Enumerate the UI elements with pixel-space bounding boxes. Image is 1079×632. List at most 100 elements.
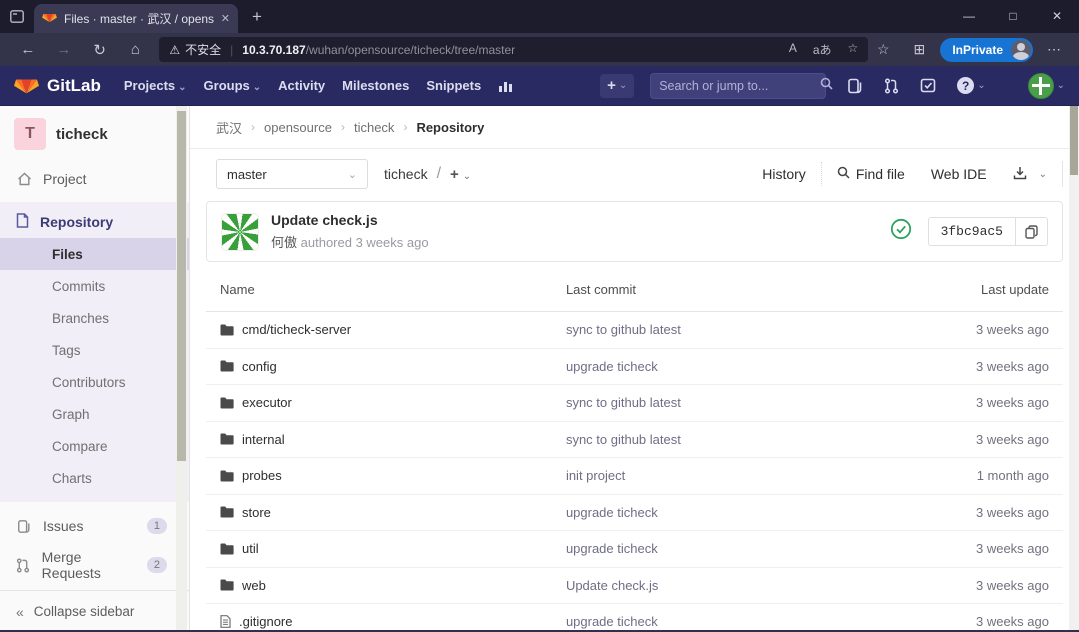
commit-message-link[interactable]: upgrade ticheck (566, 505, 892, 520)
back-icon[interactable]: ← (10, 41, 46, 58)
page-scrollbar[interactable] (1069, 106, 1079, 632)
copy-sha-button[interactable] (1016, 217, 1048, 246)
gitlab-navbar: GitLab Projects⌄ Groups⌄ Activity Milest… (0, 66, 1079, 106)
issues-icon[interactable] (847, 78, 863, 94)
collections-icon[interactable]: ⊞ (904, 41, 934, 58)
maximize-icon[interactable]: □ (991, 0, 1035, 33)
last-update-time: 3 weeks ago (892, 505, 1063, 520)
nav-milestones[interactable]: Milestones (342, 78, 409, 93)
chevron-down-icon: ⌄ (977, 80, 985, 91)
sidebar-scrollbar[interactable] (176, 106, 187, 632)
refresh-icon[interactable]: ↻ (82, 41, 118, 59)
close-icon[interactable]: ✕ (1035, 0, 1079, 33)
translate-icon[interactable]: aあ (813, 41, 832, 58)
nav-groups[interactable]: Groups⌄ (204, 78, 262, 93)
pipeline-status-icon[interactable] (890, 218, 912, 245)
page-scrollbar-thumb[interactable] (1070, 106, 1078, 175)
nav-projects[interactable]: Projects⌄ (124, 78, 187, 93)
download-source-button[interactable]: ⌄ (1013, 166, 1047, 183)
collapse-sidebar-button[interactable]: « Collapse sidebar (0, 590, 189, 632)
commit-message-link[interactable]: sync to github latest (566, 432, 892, 447)
folder-icon (220, 506, 234, 518)
web-ide-button[interactable]: Web IDE (931, 166, 987, 182)
chevron-down-icon: ⌄ (178, 82, 186, 93)
gitlab-logo-icon[interactable] (14, 71, 39, 100)
file-name-link[interactable]: probes (242, 468, 282, 483)
not-secure-label[interactable]: 不安全 (185, 41, 221, 58)
search-box[interactable] (650, 73, 826, 99)
sidebar-subitem-compare[interactable]: Compare (0, 430, 189, 462)
chart-icon[interactable] (498, 79, 514, 93)
commit-author-link[interactable]: 何傲 (271, 235, 297, 250)
sidebar-subitem-contributors[interactable]: Contributors (0, 366, 189, 398)
new-tab-button[interactable]: + (252, 7, 262, 27)
file-name-link[interactable]: util (242, 541, 259, 556)
close-tab-icon[interactable]: ✕ (221, 12, 230, 25)
commit-message-link[interactable]: sync to github latest (566, 395, 892, 410)
file-name-link[interactable]: .gitignore (239, 614, 292, 629)
merge-requests-icon[interactable] (884, 78, 899, 94)
todos-icon[interactable] (920, 78, 936, 93)
sidebar-subitem-files[interactable]: Files (0, 238, 189, 270)
user-menu[interactable]: ⌄ (1007, 73, 1065, 99)
sidebar-scrollbar-thumb[interactable] (177, 111, 186, 461)
table-row: utilupgrade ticheck3 weeks ago (206, 531, 1063, 568)
nav-snippets[interactable]: Snippets (426, 78, 481, 93)
breadcrumb-group[interactable]: 武汉 (216, 118, 242, 137)
commit-message-link[interactable]: upgrade ticheck (566, 614, 892, 629)
path-project-link[interactable]: ticheck (384, 166, 428, 182)
sidebar-item-project[interactable]: Project (0, 164, 189, 194)
inprivate-badge[interactable]: InPrivate (940, 38, 1033, 62)
file-icon (220, 615, 231, 628)
commit-title-link[interactable]: Update check.js (271, 212, 429, 228)
sidebar-item-merge-requests[interactable]: Merge Requests 2 (0, 550, 189, 580)
sidebar-subitem-graph[interactable]: Graph (0, 398, 189, 430)
breadcrumb-current: Repository (416, 120, 484, 135)
favorites-bar-icon[interactable]: ☆ (868, 41, 898, 58)
file-name-link[interactable]: store (242, 505, 271, 520)
commit-message-link[interactable]: sync to github latest (566, 322, 892, 337)
commit-sha[interactable]: 3fbc9ac5 (928, 217, 1016, 246)
file-name-link[interactable]: internal (242, 432, 285, 447)
browser-tab[interactable]: Files · master · 武汉 / opensourc ✕ (34, 4, 238, 33)
address-bar[interactable]: ⚠ 不安全 | 10.3.70.187 /wuhan/opensource/ti… (159, 37, 868, 62)
commit-author-avatar[interactable] (221, 213, 259, 251)
add-file-dropdown[interactable]: +⌄ (450, 166, 471, 183)
browser-menu-icon[interactable]: ⋯ (1039, 41, 1069, 58)
project-avatar: T (14, 118, 46, 150)
commit-message-link[interactable]: upgrade ticheck (566, 541, 892, 556)
find-file-button[interactable]: Find file (837, 166, 905, 182)
add-favorite-icon[interactable]: ☆ (848, 41, 859, 58)
forward-icon[interactable]: → (46, 41, 82, 58)
sidebar-subitem-charts[interactable]: Charts (0, 462, 189, 494)
file-name-link[interactable]: config (242, 359, 277, 374)
sidebar-subitem-branches[interactable]: Branches (0, 302, 189, 334)
read-aloud-icon[interactable]: A (789, 41, 797, 58)
project-header[interactable]: T ticheck (0, 106, 189, 164)
tab-actions-icon[interactable] (0, 10, 34, 23)
new-menu-button[interactable]: + ⌄ (600, 74, 634, 98)
sidebar-subitem-commits[interactable]: Commits (0, 270, 189, 302)
minimize-icon[interactable]: — (947, 0, 991, 33)
branch-selector[interactable]: master ⌄ (216, 159, 368, 189)
sidebar-item-repository[interactable]: Repository (0, 206, 189, 238)
help-menu[interactable]: ? ⌄ (957, 77, 985, 94)
breadcrumb-project[interactable]: ticheck (354, 120, 394, 135)
file-name-link[interactable]: cmd/ticheck-server (242, 322, 351, 337)
gitlab-brand[interactable]: GitLab (47, 76, 101, 96)
breadcrumb-subgroup[interactable]: opensource (264, 120, 332, 135)
sidebar-item-issues[interactable]: Issues 1 (0, 511, 189, 541)
commit-message-link[interactable]: init project (566, 468, 892, 483)
home-icon[interactable]: ⌂ (118, 41, 154, 58)
sidebar-subitem-tags[interactable]: Tags (0, 334, 189, 366)
commit-message-link[interactable]: Update check.js (566, 578, 892, 593)
nav-activity[interactable]: Activity (278, 78, 325, 93)
chevron-down-icon: ⌄ (348, 168, 357, 181)
file-name-link[interactable]: web (242, 578, 266, 593)
breadcrumb: 武汉 › opensource › ticheck › Repository (190, 106, 1079, 149)
file-name-link[interactable]: executor (242, 395, 292, 410)
browser-titlebar: Files · master · 武汉 / opensourc ✕ + — □ … (0, 0, 1079, 33)
history-button[interactable]: History (762, 166, 806, 182)
commit-message-link[interactable]: upgrade ticheck (566, 359, 892, 374)
search-input[interactable] (659, 79, 820, 93)
